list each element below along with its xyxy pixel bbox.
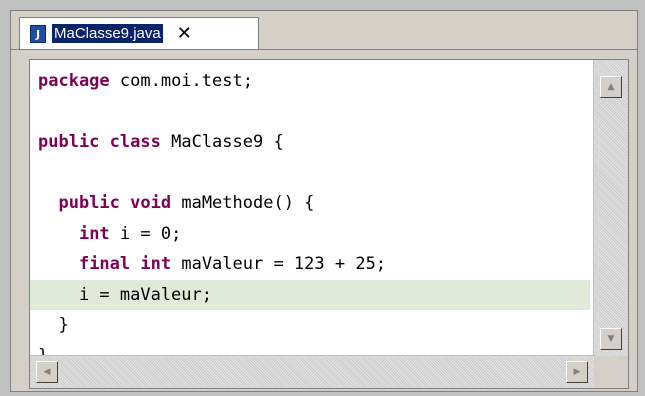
scrollbar-corner (594, 356, 628, 388)
code-line[interactable] (30, 158, 590, 189)
tab-maclasse9-java[interactable]: J MaClasse9.java ✕ (19, 17, 259, 49)
scroll-down-button[interactable]: ▼ (600, 328, 622, 350)
java-file-icon: J (30, 24, 46, 43)
code-line[interactable]: } (30, 310, 590, 341)
code-editor[interactable]: package com.moi.test; public class MaCla… (29, 59, 629, 389)
code-text: maMethode() { (171, 193, 315, 213)
code-line[interactable]: public class MaClasse9 { (30, 127, 590, 158)
arrow-left-icon: ◀ (43, 367, 51, 377)
code-keyword: int (140, 254, 172, 274)
close-icon[interactable]: ✕ (177, 24, 192, 43)
code-keyword: void (130, 193, 172, 213)
code-area[interactable]: package com.moi.test; public class MaCla… (30, 66, 590, 371)
arrow-right-icon: ▶ (573, 367, 581, 377)
horizontal-scrollbar[interactable]: ◀ ▶ (30, 355, 596, 388)
code-line[interactable]: final int maValeur = 123 + 25; (30, 249, 590, 280)
scroll-up-button[interactable]: ▲ (600, 76, 622, 98)
code-keyword: class (109, 132, 161, 152)
editor-window: J MaClasse9.java ✕ package com.moi.test;… (10, 10, 638, 392)
tab-bar: J MaClasse9.java ✕ (11, 11, 637, 50)
arrow-up-icon: ▲ (607, 82, 615, 92)
code-keyword: public (58, 193, 120, 213)
code-text: com.moi.test; (109, 71, 253, 91)
scroll-left-button[interactable]: ◀ (36, 361, 58, 383)
tab-title: MaClasse9.java (52, 24, 163, 43)
code-keyword: int (78, 223, 110, 244)
arrow-down-icon: ▼ (607, 334, 615, 344)
code-line[interactable]: int i = 0; (30, 219, 590, 250)
code-keyword: final (78, 254, 131, 274)
code-text: i = maValeur; (38, 284, 212, 305)
code-text: } (38, 315, 69, 335)
code-line[interactable]: i = maValeur; (30, 279, 590, 310)
code-keyword: package (38, 71, 110, 91)
vertical-scrollbar[interactable]: ▲ ▼ (593, 60, 628, 356)
code-text: MaClasse9 { (160, 132, 284, 152)
code-text: i = 0; (109, 223, 182, 244)
code-text: maValeur = 123 + 25; (171, 254, 387, 274)
code-keyword: public (38, 132, 100, 152)
code-line[interactable]: public void maMethode() { (30, 188, 590, 219)
code-line[interactable] (30, 97, 590, 128)
scroll-right-button[interactable]: ▶ (566, 361, 588, 383)
code-line[interactable]: package com.moi.test; (30, 66, 590, 97)
